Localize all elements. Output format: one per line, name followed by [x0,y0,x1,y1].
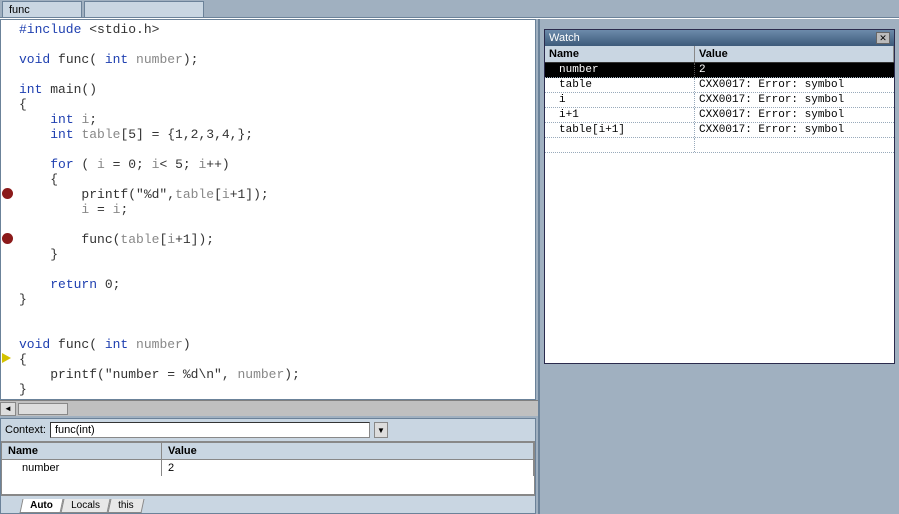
locals-panel: Context: func(int) ▼ Name Value number2 … [0,418,536,514]
locals-tab-locals[interactable]: Locals [60,499,110,513]
locals-tab-this[interactable]: this [107,499,144,513]
watch-titlebar[interactable]: Watch ✕ [545,30,894,46]
locals-tab-auto[interactable]: Auto [20,499,64,513]
context-dropdown[interactable]: func(int) [50,422,370,438]
watch-header-name[interactable]: Name [545,46,695,62]
watch-row[interactable]: tableCXX0017: Error: symbol [545,78,894,93]
watch-row[interactable]: table[i+1]CXX0017: Error: symbol [545,123,894,138]
watch-header-value[interactable]: Value [695,46,894,62]
tab-file[interactable]: func [2,1,82,17]
watch-row[interactable]: i+1CXX0017: Error: symbol [545,108,894,123]
watch-title-text: Watch [549,32,580,44]
locals-tabs: AutoLocalsthis [1,495,535,513]
chevron-down-icon[interactable]: ▼ [374,422,388,438]
locals-header-value[interactable]: Value [162,443,534,459]
breakpoint-icon[interactable] [2,233,13,244]
scroll-left-icon[interactable]: ◄ [0,402,16,416]
watch-panel: Watch ✕ Name Value number2tableCXX0017: … [544,29,895,364]
breakpoint-icon[interactable] [2,188,13,199]
current-line-arrow-icon [2,353,11,363]
watch-row-empty[interactable] [545,138,894,153]
tab-empty [84,1,204,17]
code-editor[interactable]: #include <stdio.h> void func( int number… [0,19,536,400]
context-label: Context: [5,424,46,436]
locals-row[interactable]: number2 [2,460,534,476]
locals-header-name[interactable]: Name [2,443,162,459]
watch-row[interactable]: iCXX0017: Error: symbol [545,93,894,108]
locals-grid: Name Value number2 [1,442,535,495]
code-area[interactable]: #include <stdio.h> void func( int number… [15,20,535,399]
close-icon[interactable]: ✕ [876,32,890,44]
scroll-thumb[interactable] [18,403,68,415]
tab-bar: func [0,0,899,18]
watch-body[interactable]: number2tableCXX0017: Error: symboliCXX00… [545,63,894,363]
editor-hscroll[interactable]: ◄ [0,400,538,416]
watch-row[interactable]: number2 [545,63,894,78]
editor-gutter [1,20,15,399]
